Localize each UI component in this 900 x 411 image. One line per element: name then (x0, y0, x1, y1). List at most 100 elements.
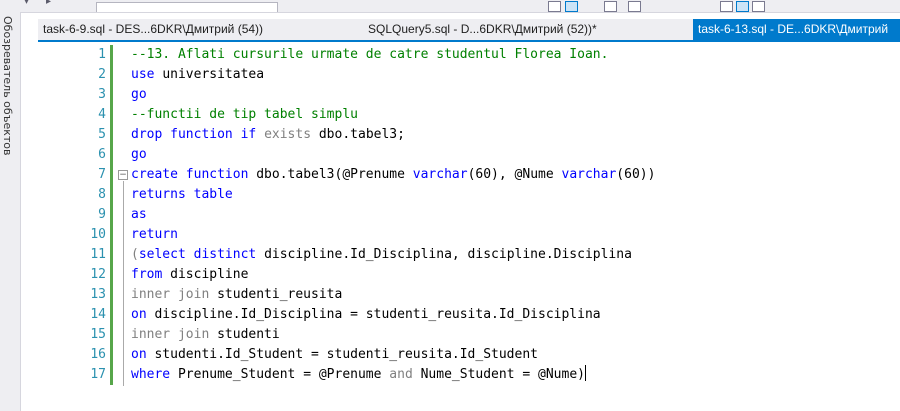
code-line[interactable]: 11 (select distinct discipline.Id_Discipl… (38, 245, 900, 265)
line-number: 1 (98, 47, 106, 62)
tab-label: task-6-9.sql - DES...6DKR\Дмитрий (54)) (43, 22, 264, 36)
code-line[interactable]: 3 go (38, 85, 900, 105)
code-token: returns table (131, 187, 233, 202)
change-marker (110, 245, 113, 265)
code-text: where Prenume_Student = @Prenume and Num… (131, 365, 586, 385)
code-line[interactable]: 7 − create function dbo.tabel3(@Prenume va… (38, 165, 900, 185)
code-line[interactable]: 13 inner join studenti_reusita (38, 285, 900, 305)
change-marker (110, 325, 113, 345)
code-token: from (131, 267, 171, 282)
change-marker (110, 185, 113, 205)
code-line[interactable]: 4 --functii de tip tabel simplu (38, 105, 900, 125)
change-marker (110, 165, 113, 185)
code-editor[interactable]: 1 --13. Aflati cursurile urmate de catre … (38, 42, 900, 411)
change-marker (110, 205, 113, 225)
code-line[interactable]: 15 inner join studenti (38, 325, 900, 345)
line-number: 17 (90, 367, 106, 382)
code-token: --functii de tip tabel simplu (131, 107, 358, 122)
code-text: on discipline.Id_Disciplina = studenti_r… (131, 305, 601, 325)
code-text: as (131, 205, 147, 225)
change-marker (110, 365, 113, 385)
code-token: discipline.Id_Disciplina = studenti_reus… (154, 307, 601, 322)
line-number: 13 (90, 287, 106, 302)
code-line[interactable]: 16 on studenti.Id_Student = studenti_reus… (38, 345, 900, 365)
code-token: Nume_Student = @Nume) (420, 367, 585, 382)
code-token: dbo.tabel3; (318, 127, 405, 142)
code-token: where (131, 367, 178, 382)
toolbar-indent-icon[interactable] (752, 1, 765, 12)
code-token: studenti_reusita (217, 287, 343, 302)
line-number: 16 (90, 347, 106, 362)
tab-sqlquery5[interactable]: SQLQuery5.sql - D...6DKR\Дмитрий (52))* (363, 19, 663, 40)
code-text: on studenti.Id_Student = studenti_reusit… (131, 345, 538, 365)
code-token: exists (264, 127, 319, 142)
change-marker (110, 65, 113, 85)
code-token: studenti.Id_Student = studenti_reusita.I… (154, 347, 538, 362)
code-line[interactable]: 12 from discipline (38, 265, 900, 285)
code-text: from discipline (131, 265, 248, 285)
code-token: dbo.tabel3(@Prenume (256, 167, 413, 182)
toolbar-results-icon[interactable] (565, 1, 578, 12)
code-line[interactable]: 2 use universitatea (38, 65, 900, 85)
change-marker (110, 285, 113, 305)
change-marker (110, 45, 113, 65)
code-token: discipline.Id_Disciplina, discipline.Dis… (264, 247, 632, 262)
code-token: --13. Aflati cursurile urmate de catre s… (131, 47, 609, 62)
code-line[interactable]: 1 --13. Aflati cursurile urmate de catre … (38, 45, 900, 65)
code-text: return (131, 225, 178, 245)
line-number: 11 (90, 247, 106, 262)
toolbar-file-icon[interactable] (628, 1, 641, 12)
toolbar-pointer-icon[interactable]: ▸ (46, 0, 51, 8)
code-token: studenti (217, 327, 280, 342)
code-token: select distinct (138, 247, 265, 262)
code-line[interactable]: 17 where Prenume_Student = @Prenume and N… (38, 365, 900, 385)
line-number: 6 (98, 147, 106, 162)
code-line[interactable]: 8 returns table (38, 185, 900, 205)
code-text: returns table (131, 185, 233, 205)
code-token: on (131, 347, 155, 362)
code-line[interactable]: 9 as (38, 205, 900, 225)
code-text: (select distinct discipline.Id_Disciplin… (131, 245, 632, 265)
code-token: as (131, 207, 147, 222)
code-token: on (131, 307, 155, 322)
tab-task-6-13[interactable]: task-6-13.sql - DE...6DKR\Дмитрий (693, 19, 900, 40)
line-number: 14 (90, 307, 106, 322)
tab-task-6-9[interactable]: task-6-9.sql - DES...6DKR\Дмитрий (54)) (38, 19, 328, 40)
line-number: 15 (90, 327, 106, 342)
line-number: 12 (90, 267, 106, 282)
code-line[interactable]: 10 return (38, 225, 900, 245)
code-token: inner join (131, 327, 218, 342)
code-token: use (131, 67, 163, 82)
line-number: 9 (98, 207, 106, 222)
toolbar-uncomment-icon[interactable] (736, 1, 749, 12)
code-token: ( (131, 247, 139, 262)
change-marker (110, 125, 113, 145)
toolbar-grid-icon[interactable] (548, 1, 561, 12)
code-text: inner join studenti_reusita (131, 285, 342, 305)
code-line[interactable]: 14 on discipline.Id_Disciplina = studenti… (38, 305, 900, 325)
object-explorer-sidebar[interactable]: Обозреватель объектов (0, 12, 21, 411)
code-text: --13. Aflati cursurile urmate de catre s… (131, 45, 608, 65)
code-text: inner join studenti (131, 325, 280, 345)
toolbar-text-icon[interactable] (604, 1, 617, 12)
collapse-icon[interactable]: − (118, 170, 128, 180)
text-cursor (584, 365, 586, 381)
code-token: Prenume_Student = @Prenume (177, 367, 390, 382)
tab-label: task-6-13.sql - DE...6DKR\Дмитрий (698, 22, 889, 36)
code-token: universitatea (162, 67, 265, 82)
object-explorer-label[interactable]: Обозреватель объектов (1, 16, 14, 156)
toolbar-comment-icon[interactable] (720, 1, 733, 12)
code-token: drop function if (131, 127, 265, 142)
database-selector[interactable] (96, 2, 278, 12)
code-line[interactable]: 5 drop function if exists dbo.tabel3; (38, 125, 900, 145)
line-number: 4 (98, 107, 106, 122)
line-number: 2 (98, 67, 106, 82)
change-marker (110, 265, 113, 285)
code-text: create function dbo.tabel3(@Prenume varc… (131, 165, 655, 185)
tab-label: SQLQuery5.sql - D...6DKR\Дмитрий (52))* (368, 22, 597, 36)
toolbar-arrow-icon[interactable]: ▾ (24, 0, 29, 8)
code-text: drop function if exists dbo.tabel3; (131, 125, 405, 145)
code-line[interactable]: 6 go (38, 145, 900, 165)
code-token: and (389, 367, 421, 382)
line-number: 7 (98, 167, 106, 182)
